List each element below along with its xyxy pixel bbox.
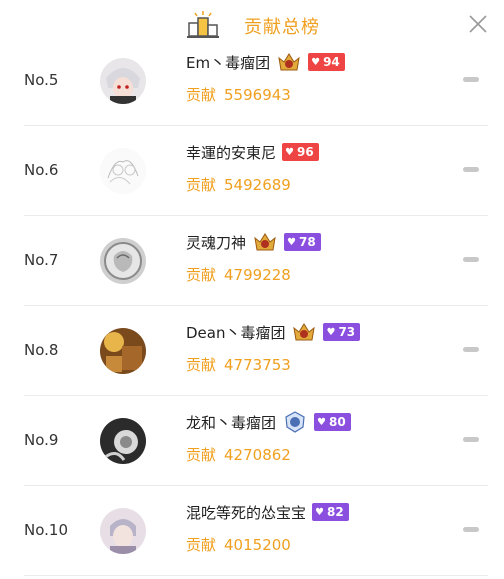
contribution-text: 贡献 4773753 — [186, 356, 291, 374]
list-item[interactable]: No.6 幸運的安東尼 ♥ 96 贡献 5492689 — [0, 126, 504, 216]
podium-icon — [187, 11, 219, 38]
heart-icon: ♥ — [317, 416, 326, 428]
level-badge: ♥ 82 — [312, 503, 349, 521]
heart-icon: ♥ — [311, 56, 321, 68]
avatar — [100, 328, 146, 374]
avatar — [100, 508, 146, 554]
noble-shield-icon — [285, 411, 305, 433]
rank-label: No.6 — [24, 161, 59, 179]
contribution-text: 贡献 5596943 — [186, 86, 291, 104]
user-name: 灵魂刀神 — [186, 233, 247, 252]
contribution-value: 4270862 — [224, 446, 291, 464]
more-handle-icon[interactable] — [463, 257, 479, 262]
contribution-text: 贡献 4015200 — [186, 536, 291, 554]
contribution-text: 贡献 4270862 — [186, 446, 291, 464]
header-bar: 贡献总榜 — [0, 0, 504, 50]
page-title: 贡献总榜 — [244, 17, 320, 38]
list-item[interactable]: No.8 Dean丶毒瘤团 ♥ 73 贡献 4773753 — [0, 306, 504, 396]
contribution-value: 5492689 — [224, 176, 291, 194]
heart-icon: ♥ — [326, 326, 336, 338]
more-handle-icon[interactable] — [463, 347, 479, 352]
contribution-text: 贡献 4799228 — [186, 266, 291, 284]
list-item[interactable]: No.10 混吃等死的怂宝宝 ♥ 82 贡献 4015200 — [0, 486, 504, 576]
contribution-text: 贡献 5492689 — [186, 176, 291, 194]
list-item[interactable]: No.7 灵魂刀神 ♥ 78 贡献 4799228 — [0, 216, 504, 306]
contribution-value: 4799228 — [224, 266, 291, 284]
noble-crown-icon — [293, 323, 316, 341]
more-handle-icon[interactable] — [463, 437, 479, 442]
contribution-value: 4773753 — [224, 356, 291, 374]
ranking-list: No.5 Em丶毒瘤团 ♥ 94 贡献 5596943 No.6 幸運的安東尼 … — [0, 36, 504, 579]
heart-icon: ♥ — [285, 146, 294, 158]
user-name: Dean丶毒瘤团 — [186, 323, 286, 342]
avatar — [100, 148, 146, 194]
rank-label: No.7 — [24, 251, 59, 269]
level-badge: ♥ 78 — [284, 233, 321, 251]
list-item[interactable]: No.9 龙和丶毒瘤团 ♥ 80 贡献 4270862 — [0, 396, 504, 486]
noble-crown-icon — [278, 53, 300, 71]
level-badge: ♥ 73 — [323, 323, 361, 341]
avatar — [100, 418, 146, 464]
rank-label: No.9 — [24, 431, 59, 449]
level-badge: ♥ 80 — [314, 413, 351, 431]
divider — [24, 575, 488, 576]
user-name: 混吃等死的怂宝宝 — [186, 503, 307, 522]
heart-icon: ♥ — [315, 506, 324, 518]
noble-crown-icon — [254, 233, 276, 251]
rank-label: No.8 — [24, 341, 59, 359]
more-handle-icon[interactable] — [463, 527, 479, 532]
level-badge: ♥ 94 — [308, 53, 345, 71]
user-name: 幸運的安東尼 — [186, 143, 277, 162]
more-handle-icon[interactable] — [463, 77, 479, 82]
close-icon[interactable] — [467, 13, 489, 35]
rank-label: No.10 — [24, 521, 68, 539]
rank-label: No.5 — [24, 71, 59, 89]
contribution-value: 5596943 — [224, 86, 291, 104]
level-badge: ♥ 96 — [282, 143, 319, 161]
heart-icon: ♥ — [287, 236, 296, 248]
avatar — [100, 58, 146, 104]
avatar — [100, 238, 146, 284]
contribution-value: 4015200 — [224, 536, 291, 554]
user-name: 龙和丶毒瘤团 — [186, 413, 277, 432]
user-name: Em丶毒瘤团 — [186, 53, 271, 72]
more-handle-icon[interactable] — [463, 167, 479, 172]
